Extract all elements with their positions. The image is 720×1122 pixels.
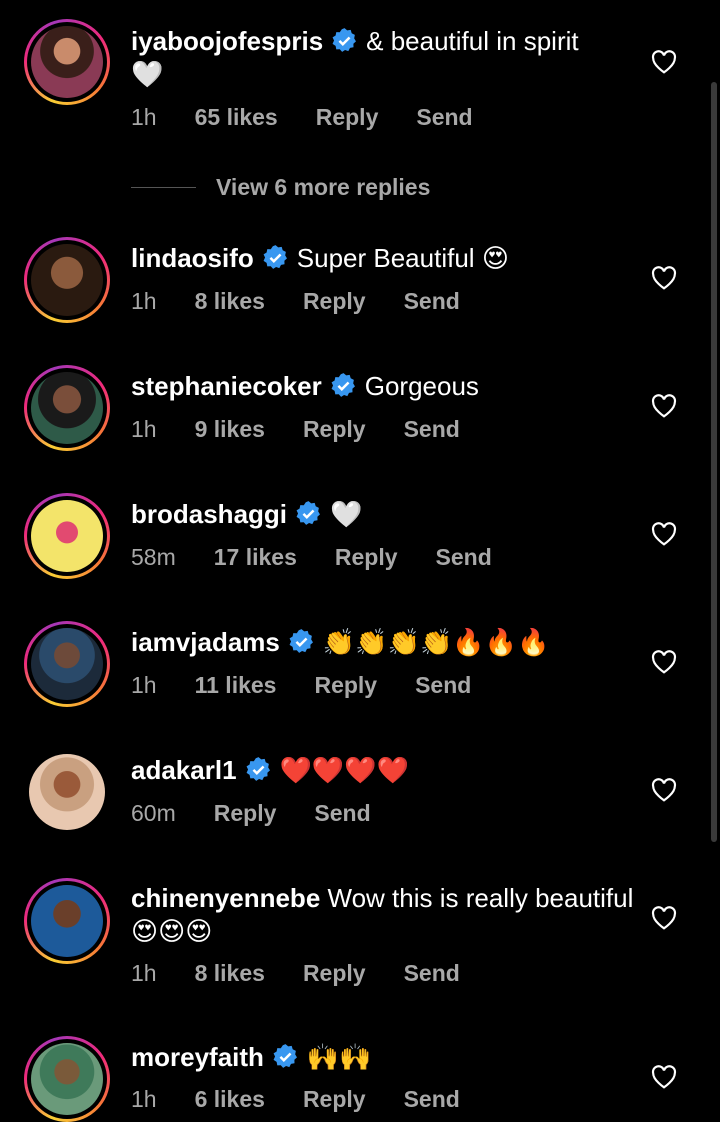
comment-time: 1h xyxy=(131,288,157,314)
divider-line xyxy=(131,186,196,188)
comment-emoji: 👏👏👏👏🔥🔥🔥 xyxy=(322,628,550,658)
comment-body: Super Beautiful xyxy=(296,243,475,273)
avatar[interactable] xyxy=(24,878,110,964)
comment-username[interactable]: moreyfaith xyxy=(131,1042,264,1072)
comment-body: & beautiful in spirit xyxy=(366,26,579,56)
heart-outline-icon[interactable] xyxy=(651,50,677,74)
send-button[interactable]: Send xyxy=(314,800,370,826)
comment-text: chinenyennebe Wow this is really beautif… xyxy=(131,882,641,949)
send-button[interactable]: Send xyxy=(404,416,460,442)
comment-emoji: ❤️❤️❤️❤️ xyxy=(279,756,410,786)
reply-button[interactable]: Reply xyxy=(303,1086,366,1112)
comment-username[interactable]: stephaniecoker xyxy=(131,371,322,401)
comment-username[interactable]: iyaboojofespris xyxy=(131,26,323,56)
comment-text: stephaniecoker Gorgeous xyxy=(131,370,641,403)
avatar[interactable] xyxy=(24,1036,110,1122)
comment-meta: 1h 65 likes Reply Send xyxy=(131,104,511,131)
verified-badge-icon xyxy=(296,501,320,525)
comment-body: Wow this is really beautiful xyxy=(327,883,634,913)
comment-text: brodashaggi 🤍 xyxy=(131,498,641,532)
comment-time: 1h xyxy=(131,672,157,698)
likes-count[interactable]: 17 likes xyxy=(214,544,297,570)
avatar[interactable] xyxy=(24,19,110,105)
likes-count[interactable]: 6 likes xyxy=(195,1086,265,1112)
comment-meta: 58m 17 likes Reply Send xyxy=(131,544,530,571)
heart-outline-icon[interactable] xyxy=(651,266,677,290)
likes-count[interactable]: 11 likes xyxy=(195,672,277,698)
avatar[interactable] xyxy=(24,237,110,323)
avatar[interactable] xyxy=(24,749,110,835)
comment-meta: 1h 9 likes Reply Send xyxy=(131,416,498,443)
comment-text: moreyfaith 🙌🙌 xyxy=(131,1041,641,1075)
send-button[interactable]: Send xyxy=(415,672,471,698)
reply-button[interactable]: Reply xyxy=(316,104,379,130)
send-button[interactable]: Send xyxy=(436,544,492,570)
comment-text: iyaboojofespris & beautiful in spirit 🤍 xyxy=(131,25,641,92)
comment-meta: 1h 8 likes Reply Send xyxy=(131,960,498,987)
reply-button[interactable]: Reply xyxy=(335,544,398,570)
comment-username[interactable]: chinenyennebe xyxy=(131,883,320,913)
heart-outline-icon[interactable] xyxy=(651,522,677,546)
comment-meta: 60m Reply Send xyxy=(131,800,409,827)
comment-emoji: 🤍 xyxy=(330,500,363,530)
comment-username[interactable]: iamvjadams xyxy=(131,627,280,657)
verified-badge-icon xyxy=(246,757,270,781)
comment-time: 60m xyxy=(131,800,176,826)
send-button[interactable]: Send xyxy=(416,104,472,130)
comment-time: 1h xyxy=(131,1086,157,1112)
likes-count[interactable]: 9 likes xyxy=(195,416,265,442)
avatar[interactable] xyxy=(24,493,110,579)
view-more-replies[interactable]: View 6 more replies xyxy=(131,173,430,201)
comment-meta: 1h 6 likes Reply Send xyxy=(131,1086,498,1113)
send-button[interactable]: Send xyxy=(404,288,460,314)
heart-outline-icon[interactable] xyxy=(651,906,677,930)
comment-username[interactable]: adakarl1 xyxy=(131,755,237,785)
comment-text: adakarl1 ❤️❤️❤️❤️ xyxy=(131,754,641,788)
reply-button[interactable]: Reply xyxy=(214,800,277,826)
comment-meta: 1h 8 likes Reply Send xyxy=(131,288,498,315)
heart-outline-icon[interactable] xyxy=(651,650,677,674)
comment-time: 1h xyxy=(131,104,157,130)
avatar[interactable] xyxy=(24,621,110,707)
comment-text: iamvjadams 👏👏👏👏🔥🔥🔥 xyxy=(131,626,641,660)
heart-outline-icon[interactable] xyxy=(651,778,677,802)
verified-badge-icon xyxy=(263,245,287,269)
avatar[interactable] xyxy=(24,365,110,451)
view-replies-label[interactable]: View 6 more replies xyxy=(216,174,430,201)
reply-button[interactable]: Reply xyxy=(303,960,366,986)
comment-emoji: 😍 xyxy=(481,244,509,274)
comment-time: 1h xyxy=(131,416,157,442)
scrollbar[interactable] xyxy=(711,82,717,842)
verified-badge-icon xyxy=(289,629,313,653)
comment-time: 58m xyxy=(131,544,176,570)
likes-count[interactable]: 8 likes xyxy=(195,960,265,986)
likes-count[interactable]: 8 likes xyxy=(195,288,265,314)
comment-text: lindaosifo Super Beautiful 😍 xyxy=(131,242,641,276)
heart-outline-icon[interactable] xyxy=(651,394,677,418)
reply-button[interactable]: Reply xyxy=(314,672,377,698)
reply-button[interactable]: Reply xyxy=(303,416,366,442)
comment-emoji: 🙌🙌 xyxy=(306,1043,372,1073)
comment-username[interactable]: brodashaggi xyxy=(131,499,287,529)
comment-emoji: 😍😍😍 xyxy=(131,917,213,947)
verified-badge-icon xyxy=(273,1044,297,1068)
comment-body: Gorgeous xyxy=(364,371,479,401)
send-button[interactable]: Send xyxy=(404,1086,460,1112)
reply-button[interactable]: Reply xyxy=(303,288,366,314)
likes-count[interactable]: 65 likes xyxy=(195,104,278,130)
send-button[interactable]: Send xyxy=(404,960,460,986)
comment-time: 1h xyxy=(131,960,157,986)
verified-badge-icon xyxy=(332,28,357,52)
verified-badge-icon xyxy=(331,373,355,397)
comment-emoji: 🤍 xyxy=(131,60,164,90)
comment-username[interactable]: lindaosifo xyxy=(131,243,254,273)
heart-outline-icon[interactable] xyxy=(651,1065,677,1089)
comment-meta: 1h 11 likes Reply Send xyxy=(131,672,509,699)
